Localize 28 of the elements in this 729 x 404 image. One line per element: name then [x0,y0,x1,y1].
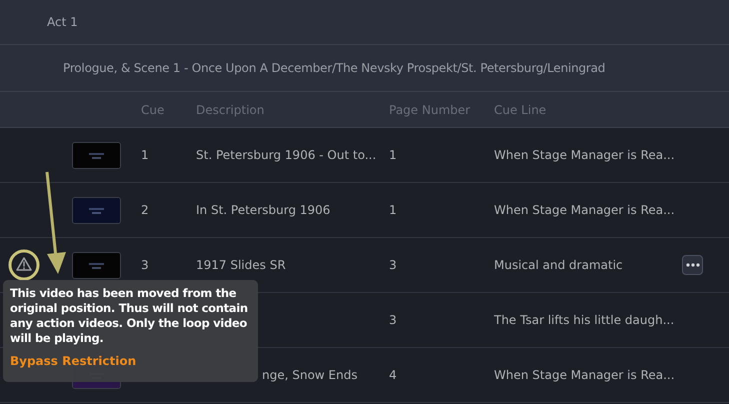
page-number: 3 [389,258,397,272]
page-number: 1 [389,203,397,217]
column-header: Cue Line [494,102,548,116]
page-number: 3 [389,313,397,327]
cue-number: 2 [141,203,149,217]
more-button[interactable] [682,255,703,275]
more-icon [686,263,700,267]
cue-line-text: The Tsar lifts his little daugh... [494,313,674,327]
description-text: 1917 Slides SR [196,258,286,272]
cue-number: 3 [141,258,149,272]
cue-number: 1 [141,148,149,162]
cue-line-text: When Stage Manager is Rea... [494,148,675,162]
description-text: St. Petersburg 1906 - Out to... [196,148,376,162]
description-text: In St. Petersburg 1906 [196,203,330,217]
column-header: Cue [141,102,166,116]
cue-line-text: Musical and dramatic [494,258,623,272]
description-text: nge, Snow Ends [262,368,358,382]
scene-title: Prologue, & Scene 1 - Once Upon A December/The Nevsky Prospekt/St. Petersburg/Leningrad [63,61,606,75]
cue-line-text: When Stage Manager is Rea... [494,368,675,382]
column-header: Page Number [389,102,472,116]
page-number: 1 [389,148,397,162]
tooltip-message: This video has been moved from the original position. Thus will not contain any action videos. Only the loop video will be playing. [10,286,249,346]
warning-icon[interactable] [8,249,40,281]
cue-line-text: When Stage Manager is Rea... [494,203,675,217]
column-header: Description [196,102,266,116]
bypass-restriction-link[interactable]: Bypass Restriction [10,354,136,368]
page-number: 4 [389,368,397,382]
act-title: Act 1 [47,15,78,29]
